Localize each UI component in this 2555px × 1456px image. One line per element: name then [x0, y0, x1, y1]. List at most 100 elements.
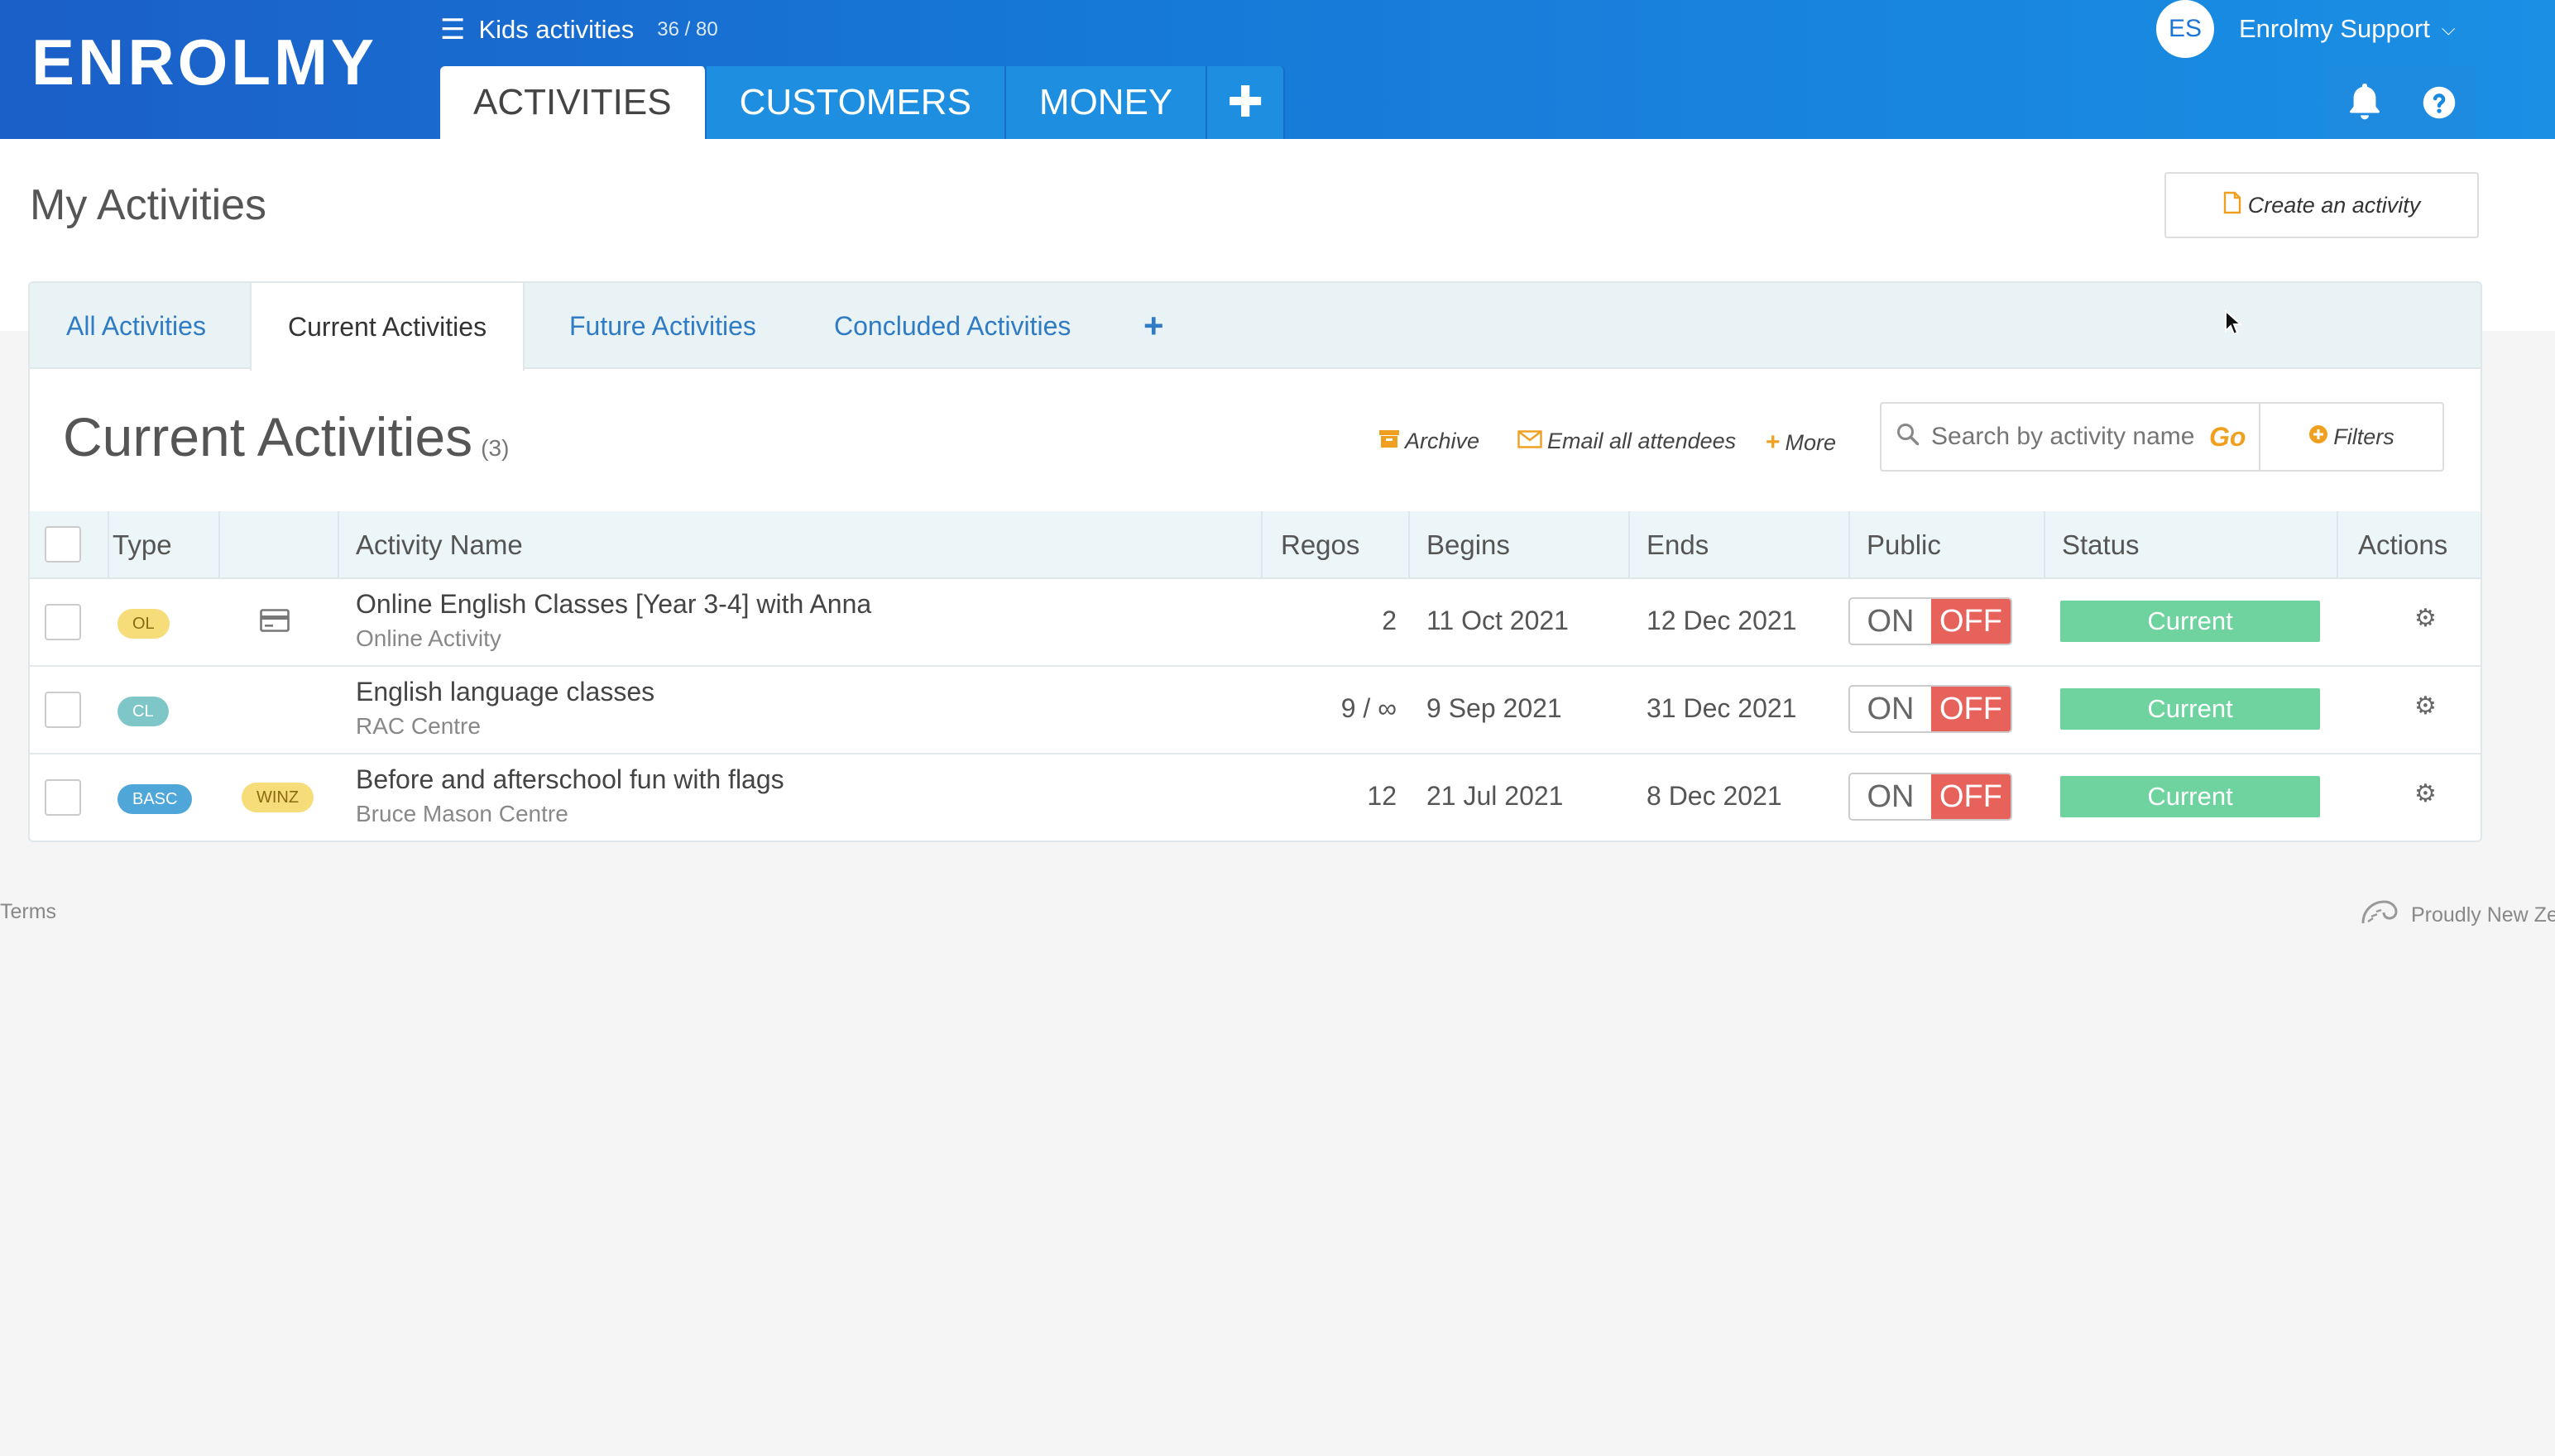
email-all-attendees-label: Email all attendees	[1547, 429, 1737, 453]
search-icon	[1896, 423, 1920, 452]
org-activity-count: 36 / 80	[657, 18, 718, 41]
activity-filter-tabs: All Activities Current Activities Future…	[30, 283, 2481, 371]
archive-label: Archive	[1405, 429, 1480, 453]
add-view-plus-icon[interactable]: +	[1143, 283, 1164, 369]
status-badge: Current	[2060, 601, 2320, 642]
activity-location: Online Activity	[356, 625, 501, 651]
ends-date: 12 Dec 2021	[1647, 606, 1797, 635]
fern-icon	[2360, 898, 2399, 932]
secondary-type-badge: WINZ	[242, 783, 314, 812]
activity-name-link[interactable]: Online English Classes [Year 3-4] with A…	[356, 589, 871, 620]
more-label: More	[1785, 429, 1837, 455]
public-toggle[interactable]: ON OFF	[1848, 773, 2012, 821]
org-switcher[interactable]: ☰ Kids activities 36 / 80	[440, 15, 718, 45]
activity-location: Bruce Mason Centre	[356, 801, 568, 826]
credit-card-icon	[260, 609, 290, 636]
column-header-ends[interactable]: Ends	[1647, 511, 1709, 579]
public-toggle[interactable]: ON OFF	[1848, 597, 2012, 645]
activities-panel: All Activities Current Activities Future…	[28, 281, 2482, 842]
section-title-text: Current Activities	[63, 406, 473, 467]
tab-money[interactable]: MONEY	[1005, 66, 1208, 139]
document-icon	[2223, 191, 2241, 220]
column-header-type[interactable]: Type	[113, 511, 172, 579]
search-go-button[interactable]: Go	[2209, 422, 2246, 453]
column-header-status[interactable]: Status	[2062, 511, 2140, 579]
column-header-regos[interactable]: Regos	[1281, 511, 1359, 579]
column-header-activity-name[interactable]: Activity Name	[356, 511, 523, 579]
ends-date: 8 Dec 2021	[1647, 781, 1782, 811]
archive-icon	[1378, 429, 1400, 454]
type-badge: BASC	[117, 784, 193, 814]
activity-location: RAC Centre	[356, 713, 481, 739]
table-header: Type Activity Name Regos Begins Ends Pub…	[30, 511, 2481, 579]
type-badge: CL	[117, 697, 169, 726]
table-row[interactable]: OL Online English Classes [Year 3-4] wit…	[30, 579, 2481, 667]
enrolmy-logo[interactable]: ENROLMY	[31, 30, 377, 94]
begins-date: 21 Jul 2021	[1426, 781, 1564, 811]
plus-icon: ✚	[1227, 79, 1263, 127]
table-row[interactable]: BASC WINZ Before and afterschool fun wit…	[30, 754, 2481, 841]
section-title: Current Activities (3)	[63, 405, 509, 468]
tab-concluded-activities[interactable]: Concluded Activities	[834, 283, 1071, 369]
user-name: Enrolmy Support	[2239, 14, 2430, 43]
toggle-off-label[interactable]: OFF	[1930, 599, 2011, 644]
tab-customers[interactable]: CUSTOMERS	[706, 66, 1006, 139]
filters-label: Filters	[2333, 424, 2394, 449]
plus-icon: +	[1766, 429, 1781, 456]
email-all-attendees-button[interactable]: Email all attendees	[1517, 429, 1736, 454]
help-button[interactable]	[2403, 66, 2476, 139]
row-checkbox[interactable]	[45, 779, 81, 816]
notifications-button[interactable]	[2328, 66, 2401, 139]
toggle-off-label[interactable]: OFF	[1930, 774, 2011, 819]
gear-icon[interactable]: ⚙	[2414, 604, 2437, 633]
more-actions-button[interactable]: + More	[1766, 429, 1836, 457]
toggle-off-label[interactable]: OFF	[1930, 687, 2011, 731]
question-icon	[2423, 86, 2456, 119]
envelope-icon	[1517, 429, 1542, 454]
bell-icon	[2350, 84, 2380, 120]
cursor-icon	[2224, 309, 2243, 340]
tab-future-activities[interactable]: Future Activities	[569, 283, 756, 369]
menu-icon[interactable]: ☰	[440, 16, 465, 44]
regos-count[interactable]: 2	[1382, 606, 1397, 636]
toggle-on-label[interactable]: ON	[1850, 687, 1931, 731]
create-activity-label: Create an activity	[2247, 192, 2421, 218]
column-header-begins[interactable]: Begins	[1426, 511, 1510, 579]
toggle-on-label[interactable]: ON	[1850, 774, 1931, 819]
begins-date: 9 Sep 2021	[1426, 693, 1562, 723]
footer-tagline-text: Proudly New Ze	[2411, 903, 2555, 927]
terms-link[interactable]: Terms	[0, 900, 56, 924]
tab-current-activities[interactable]: Current Activities	[250, 283, 525, 371]
public-toggle[interactable]: ON OFF	[1848, 685, 2012, 733]
gear-icon[interactable]: ⚙	[2414, 692, 2437, 721]
archive-button[interactable]: Archive	[1378, 429, 1479, 454]
avatar[interactable]: ES	[2156, 0, 2214, 58]
ends-date: 31 Dec 2021	[1647, 693, 1797, 723]
top-navigation-bar: ENROLMY ☰ Kids activities 36 / 80 ACTIVI…	[0, 0, 2555, 139]
search-input[interactable]	[1931, 423, 2204, 451]
tab-activities[interactable]: ACTIVITIES	[440, 66, 707, 139]
add-tab-button[interactable]: ✚	[1207, 66, 1285, 139]
gear-icon[interactable]: ⚙	[2414, 779, 2437, 808]
select-all-checkbox[interactable]	[45, 526, 81, 563]
activity-name-link[interactable]: Before and afterschool fun with flags	[356, 764, 784, 795]
column-header-public[interactable]: Public	[1867, 511, 1941, 579]
org-name: Kids activities	[478, 15, 635, 44]
row-checkbox[interactable]	[45, 692, 81, 728]
regos-count[interactable]: 9 / ∞	[1341, 693, 1397, 724]
chevron-down-icon: ⌵	[2441, 18, 2456, 39]
page-title: My Activities	[30, 181, 267, 229]
main-nav-tabs: ACTIVITIES CUSTOMERS MONEY ✚	[440, 66, 1285, 139]
user-menu[interactable]: ES Enrolmy Support ⌵	[2156, 0, 2456, 58]
activity-name-link[interactable]: English language classes	[356, 677, 654, 707]
type-badge: OL	[117, 609, 170, 639]
row-checkbox[interactable]	[45, 604, 81, 640]
table-row[interactable]: CL English language classes RAC Centre 9…	[30, 667, 2481, 754]
activity-search: Go	[1880, 402, 2259, 472]
column-header-actions: Actions	[2358, 529, 2448, 560]
regos-count[interactable]: 12	[1367, 781, 1397, 812]
toggle-on-label[interactable]: ON	[1850, 599, 1931, 644]
tab-all-activities[interactable]: All Activities	[66, 283, 206, 369]
filters-button[interactable]: Filters	[2259, 402, 2444, 472]
create-activity-button[interactable]: Create an activity	[2164, 172, 2479, 238]
